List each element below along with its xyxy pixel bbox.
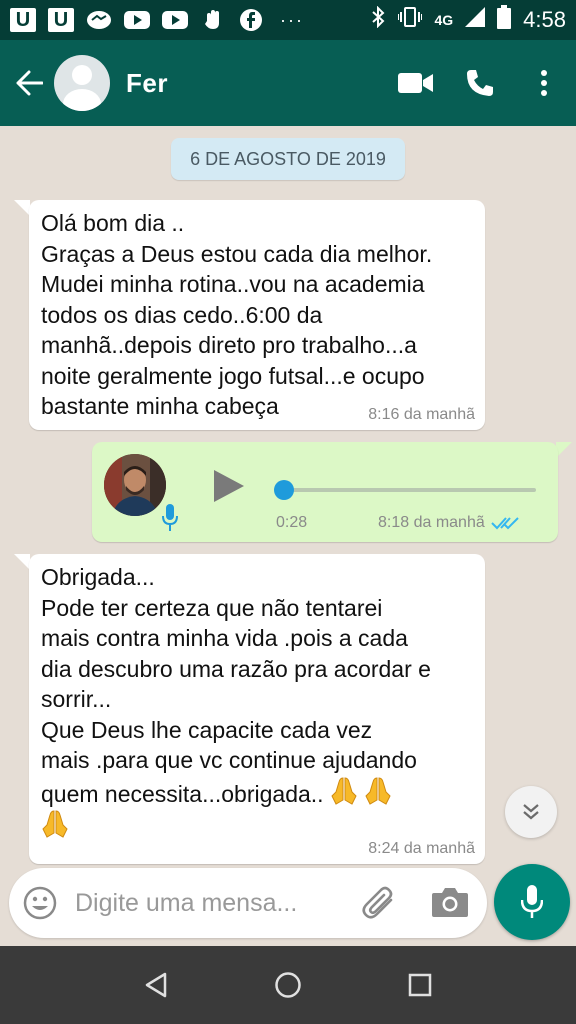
chat-header: Fer bbox=[0, 40, 576, 126]
facebook-icon bbox=[238, 9, 264, 31]
nav-recents-button[interactable] bbox=[400, 965, 440, 1005]
incoming-message[interactable]: Obrigada... Pode ter certeza que não ten… bbox=[29, 554, 485, 864]
voice-progress-track[interactable] bbox=[284, 488, 536, 492]
network-type: 4G bbox=[434, 12, 454, 28]
bluetooth-icon bbox=[370, 5, 386, 34]
message-time: 8:24 da manhã bbox=[368, 840, 475, 857]
read-ticks-icon bbox=[491, 517, 519, 530]
voice-duration: 0:28 bbox=[276, 514, 308, 531]
more-vert-icon bbox=[541, 70, 547, 96]
video-call-icon bbox=[398, 73, 433, 93]
nav-back-button[interactable] bbox=[136, 965, 176, 1005]
mic-icon bbox=[521, 885, 543, 918]
notification-u-icon: U bbox=[10, 8, 36, 32]
back-triangle-icon bbox=[145, 972, 167, 998]
contact-avatar[interactable] bbox=[54, 55, 110, 111]
nav-home-button[interactable] bbox=[268, 965, 308, 1005]
hand-wave-icon bbox=[200, 9, 226, 31]
scroll-to-bottom-button[interactable] bbox=[505, 786, 557, 838]
message-text: Obrigada... Pode ter certeza que não ten… bbox=[41, 562, 477, 843]
bubble-tail bbox=[14, 554, 30, 570]
back-button[interactable] bbox=[4, 40, 54, 126]
folded-hands-emoji-icon bbox=[365, 776, 391, 805]
double-chevron-down-icon bbox=[523, 804, 539, 820]
video-call-button[interactable] bbox=[384, 40, 448, 126]
vibrate-icon bbox=[397, 6, 424, 34]
message-input[interactable] bbox=[75, 884, 345, 922]
camera-button[interactable] bbox=[431, 886, 469, 923]
date-chip: 6 DE AGOSTO DE 2019 bbox=[171, 138, 405, 180]
folded-hands-emoji-icon bbox=[42, 810, 68, 838]
recents-square-icon bbox=[408, 973, 432, 997]
battery-icon bbox=[497, 5, 512, 35]
bubble-tail bbox=[14, 200, 30, 216]
incoming-message[interactable]: Olá bom dia .. Graças a Deus estou cada … bbox=[29, 200, 485, 430]
voice-call-button[interactable] bbox=[448, 40, 512, 126]
message-time: 8:16 da manhã bbox=[368, 406, 475, 423]
composer bbox=[9, 868, 487, 938]
camera-icon bbox=[432, 888, 468, 917]
outgoing-voice-message[interactable]: 0:28 8:18 da manhã bbox=[92, 442, 558, 542]
back-arrow-icon bbox=[16, 70, 43, 96]
home-circle-icon bbox=[275, 972, 301, 998]
voice-progress-knob[interactable] bbox=[274, 480, 294, 500]
status-bar: U U ··· 4G 4:58 bbox=[0, 0, 576, 40]
record-voice-button[interactable] bbox=[494, 864, 570, 940]
bubble-tail bbox=[556, 442, 572, 458]
attach-icon bbox=[362, 886, 393, 919]
emoji-button[interactable] bbox=[23, 886, 57, 925]
play-button[interactable] bbox=[212, 468, 246, 509]
more-notifications-icon: ··· bbox=[280, 9, 304, 30]
voice-sender-avatar bbox=[104, 454, 178, 531]
system-nav-bar bbox=[0, 946, 576, 1024]
folded-hands-emoji-icon bbox=[331, 776, 357, 805]
message-time: 8:18 da manhã bbox=[378, 514, 519, 532]
play-icon bbox=[214, 470, 244, 502]
youtube-icon bbox=[162, 9, 188, 31]
signal-icon bbox=[465, 7, 486, 33]
youtube-icon bbox=[124, 9, 150, 31]
message-text: Olá bom dia .. Graças a Deus estou cada … bbox=[41, 210, 433, 419]
handshake-icon bbox=[86, 9, 112, 31]
attach-button[interactable] bbox=[361, 886, 397, 925]
clock: 4:58 bbox=[523, 7, 566, 32]
notification-u-icon: U bbox=[48, 8, 74, 32]
emoji-icon bbox=[23, 886, 57, 920]
contact-name[interactable]: Fer bbox=[126, 68, 168, 99]
mic-icon bbox=[162, 504, 178, 531]
more-options-button[interactable] bbox=[512, 40, 576, 126]
chat-area[interactable]: 6 DE AGOSTO DE 2019 Olá bom dia .. Graça… bbox=[0, 126, 576, 866]
phone-icon bbox=[467, 70, 493, 96]
